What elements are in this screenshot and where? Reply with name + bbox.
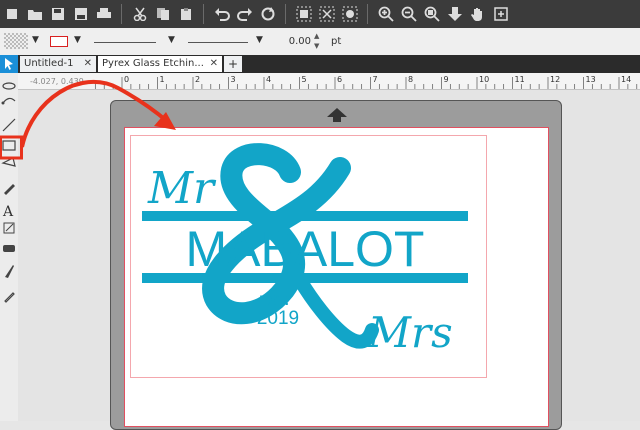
mr-script-text: Mr — [147, 163, 217, 214]
est-text: EST. — [259, 292, 289, 308]
year-text: 2019 — [257, 308, 299, 329]
annotation-arrow — [20, 80, 170, 148]
surname-text: MABALOT — [186, 221, 425, 277]
tool-highlight-box — [0, 135, 23, 160]
mrs-script-text: Mrs — [367, 308, 453, 357]
design-artwork[interactable]: MABALOT Mr Mrs EST. 2019 — [0, 0, 640, 421]
